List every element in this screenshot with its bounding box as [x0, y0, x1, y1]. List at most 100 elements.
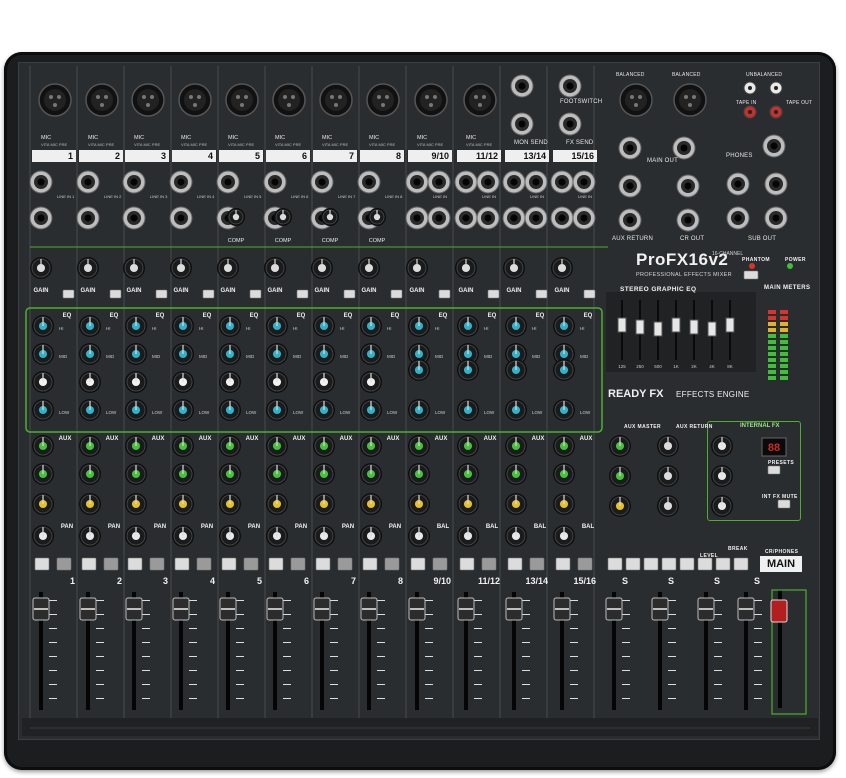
balanced-right-label: BALANCED	[672, 72, 701, 78]
aux-label: AUX	[246, 436, 259, 442]
master-switch-2[interactable]	[625, 557, 641, 571]
low-cut-button-6[interactable]	[296, 289, 309, 299]
mic-label: MIC	[88, 135, 98, 141]
fader-channel-number-11: 13/14	[525, 576, 548, 586]
pan-label: PAN	[201, 524, 213, 530]
low-cut-button-4[interactable]	[202, 289, 215, 299]
main-fader-cap[interactable]	[770, 599, 788, 623]
mute-button-3[interactable]	[127, 557, 143, 571]
mute-sw-11[interactable]	[529, 557, 545, 571]
meter-led	[768, 346, 776, 350]
mute-button-4[interactable]	[174, 557, 190, 571]
mute-sw-10[interactable]	[481, 557, 497, 571]
mute-button-1[interactable]	[34, 557, 50, 571]
mute-button-8[interactable]	[362, 557, 378, 571]
geq-fader-500[interactable]	[653, 321, 663, 337]
master-switch-4[interactable]	[661, 557, 677, 571]
tape-in-label: TAPE IN	[736, 100, 757, 106]
line-in-label: LINE IN 3	[150, 194, 168, 199]
mute-button-6[interactable]	[268, 557, 284, 571]
mute-button-9[interactable]	[410, 557, 426, 571]
low-cut-button-3[interactable]	[155, 289, 168, 299]
effects-engine-label: EFFECTS ENGINE	[676, 390, 750, 399]
subgroup-label-3: S	[714, 576, 720, 586]
mute-button-5[interactable]	[221, 557, 237, 571]
cr-phones-label: CR/PHONES	[765, 549, 799, 555]
hi-label: HI	[106, 326, 111, 331]
vita-pre-label: VITA MIC PRE	[369, 142, 395, 147]
mute-sw-1[interactable]	[56, 557, 72, 571]
mute-button-7[interactable]	[315, 557, 331, 571]
geq-fader-250[interactable]	[635, 319, 645, 335]
hi-label: HI	[580, 326, 585, 331]
eq-label: EQ	[584, 313, 593, 319]
line-in-label: LINE IN	[482, 194, 496, 199]
gain-label: GAIN	[507, 288, 522, 294]
mute-sw-7[interactable]	[337, 557, 353, 571]
pan-label: BAL	[437, 524, 450, 530]
mute-button-2[interactable]	[81, 557, 97, 571]
mute-sw-12[interactable]	[577, 557, 593, 571]
low-cut-button-9[interactable]	[438, 289, 451, 299]
line-in-label: LINE IN	[578, 194, 592, 199]
mute-sw-9[interactable]	[432, 557, 448, 571]
vita-pre-label: VITA MIC PRE	[228, 142, 254, 147]
mute-button-10[interactable]	[459, 557, 475, 571]
channel-number-6: 6	[302, 151, 307, 161]
master-switch-1[interactable]	[607, 557, 623, 571]
geq-fader-1K[interactable]	[671, 317, 681, 333]
master-switch-5[interactable]	[679, 557, 695, 571]
meter-led	[768, 352, 776, 356]
line-in-label: LINE IN	[530, 194, 544, 199]
balanced-left-label: BALANCED	[616, 72, 645, 78]
mute-sw-5[interactable]	[243, 557, 259, 571]
main-out-label: MAIN OUT	[647, 158, 678, 164]
mute-sw-4[interactable]	[196, 557, 212, 571]
phantom-switch[interactable]	[743, 270, 759, 280]
master-switch-7[interactable]	[715, 557, 731, 571]
hi-label: HI	[246, 326, 251, 331]
low-cut-button-11[interactable]	[535, 289, 548, 299]
low-cut-button-10[interactable]	[487, 289, 500, 299]
low-cut-button-7[interactable]	[343, 289, 356, 299]
mute-button-12[interactable]	[555, 557, 571, 571]
eq-label: EQ	[488, 313, 497, 319]
low-cut-button-12[interactable]	[583, 289, 596, 299]
aux-label: AUX	[484, 436, 497, 442]
mute-sw-8[interactable]	[384, 557, 400, 571]
low-cut-button-2[interactable]	[109, 289, 122, 299]
low-cut-button-5[interactable]	[249, 289, 262, 299]
phantom-label: PHANTOM	[742, 257, 770, 263]
internal-fx-section	[707, 421, 801, 521]
meter-led	[780, 328, 788, 332]
line-in-label: LINE IN 7	[338, 194, 356, 199]
gain-label: GAIN	[555, 288, 570, 294]
aux-label: AUX	[532, 436, 545, 442]
mute-sw-2[interactable]	[103, 557, 119, 571]
mute-button-11[interactable]	[507, 557, 523, 571]
geq-freq-label: 2K	[691, 364, 697, 369]
meter-led	[768, 364, 776, 368]
master-switch-8[interactable]	[733, 557, 749, 571]
mid-label: MID	[293, 354, 302, 359]
low-cut-button-8[interactable]	[390, 289, 403, 299]
mic-label: MIC	[181, 135, 191, 141]
meter-led	[768, 340, 776, 344]
geq-fader-4K[interactable]	[707, 321, 717, 337]
geq-freq-label: 500	[654, 364, 662, 369]
master-switch-3[interactable]	[643, 557, 659, 571]
mute-sw-3[interactable]	[149, 557, 165, 571]
mute-sw-6[interactable]	[290, 557, 306, 571]
power-led	[787, 263, 793, 269]
low-cut-button-1[interactable]	[62, 289, 75, 299]
geq-fader-125[interactable]	[617, 317, 627, 333]
master-switch-6[interactable]	[697, 557, 713, 571]
geq-fader-8K[interactable]	[725, 317, 735, 333]
subgroup-label-4: S	[754, 576, 760, 586]
line-in-label: LINE IN 1	[57, 194, 75, 199]
geq-fader-2K[interactable]	[689, 319, 699, 335]
low-label: LOW	[59, 410, 70, 415]
mid-label: MID	[484, 354, 493, 359]
meter-led	[780, 322, 788, 326]
low-label: LOW	[340, 410, 351, 415]
